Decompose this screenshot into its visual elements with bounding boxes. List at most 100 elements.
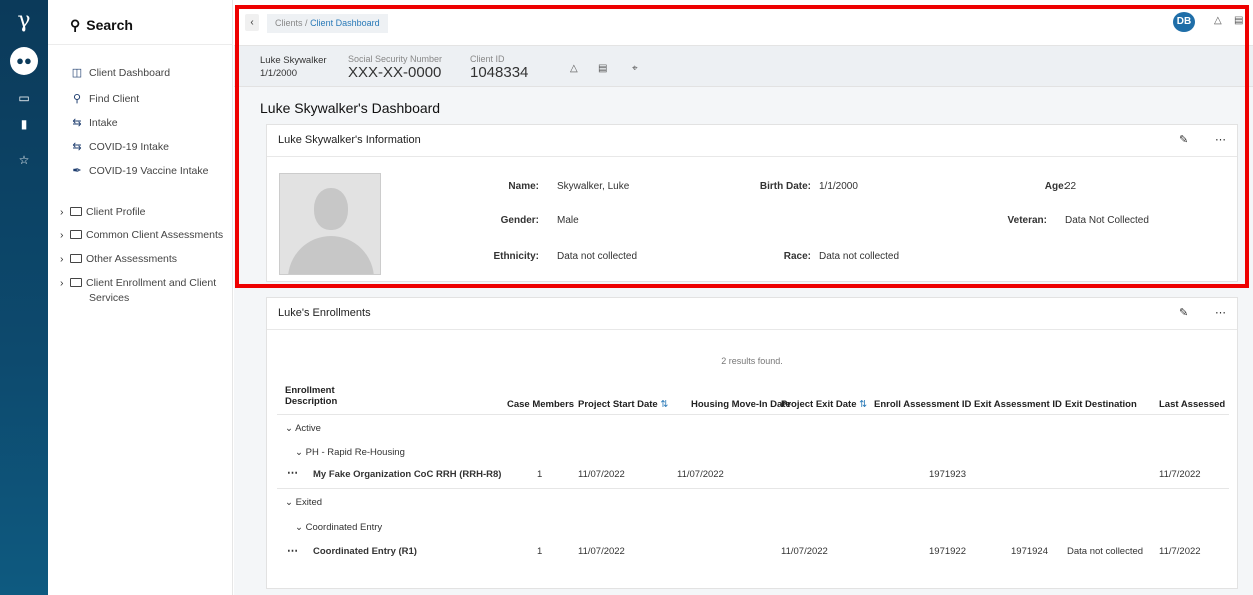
col-header-last-assessed[interactable]: Last Assessed xyxy=(1159,399,1225,410)
chevron-down-icon: ⌄ xyxy=(285,423,293,434)
folder-icon xyxy=(70,207,82,216)
sidebar-search[interactable]: ⚲ Search xyxy=(70,17,133,34)
row-actions-icon[interactable]: ⋯ xyxy=(287,544,298,557)
veteran-label: Veteran: xyxy=(1007,215,1047,226)
sidebar: ⚲ Search ◫ Client Dashboard ⚲ Find Client ⇆… xyxy=(48,0,233,595)
birth-date-label: Birth Date: xyxy=(759,181,811,192)
sort-icon: ⇅ xyxy=(660,399,669,410)
row-case-members: 1 xyxy=(537,546,543,557)
col-header-exit-date[interactable]: Project Exit Date ⇅ xyxy=(781,399,867,410)
expand-icon[interactable]: ⌖ xyxy=(632,63,638,74)
chevron-right-icon: › xyxy=(60,277,64,289)
col-header-start-date[interactable]: Project Start Date ⇅ xyxy=(578,399,668,410)
top-bar: ‹ Clients / Client Dashboard DB △ ▤ xyxy=(234,0,1253,46)
subgroup-toggle-rrh[interactable]: ⌄ PH - Rapid Re-Housing xyxy=(295,447,405,458)
breadcrumb-separator: / xyxy=(305,18,308,28)
sidebar-item-covid-intake[interactable]: ⇆ COVID-19 Intake xyxy=(70,140,169,153)
row-enroll-assessment-id: 1971923 xyxy=(929,469,966,480)
group-toggle-exited[interactable]: ⌄ Exited xyxy=(285,497,322,508)
sidebar-item-covid-vaccine-intake[interactable]: ✒ COVID-19 Vaccine Intake xyxy=(70,164,208,177)
search-label: Search xyxy=(86,17,133,33)
chevron-down-icon: ⌄ xyxy=(295,522,303,533)
sidebar-item-client-dashboard[interactable]: ◫ Client Dashboard xyxy=(70,66,170,79)
row-start-date: 11/07/2022 xyxy=(578,546,625,557)
ethnicity-value: Data not collected xyxy=(557,251,638,262)
sidebar-item-intake[interactable]: ⇆ Intake xyxy=(70,116,118,129)
table-divider xyxy=(277,414,1229,415)
row-exit-destination: Data not collected xyxy=(1067,546,1144,557)
document-icon[interactable]: ▮ xyxy=(14,114,34,134)
col-header-exit-destination[interactable]: Exit Destination xyxy=(1065,399,1137,410)
sidebar-item-label: Find Client xyxy=(89,93,140,105)
app-rail: γ ●● ▭ ▮ ☆ xyxy=(0,0,48,595)
row-enroll-assessment-id: 1971922 xyxy=(929,546,966,557)
row-actions-icon[interactable]: ⋯ xyxy=(287,466,298,479)
sidebar-folder-common-assessments[interactable]: › Common Client Assessments xyxy=(60,229,223,241)
main-content: ‹ Clients / Client Dashboard DB △ ▤ Luke… xyxy=(234,0,1253,595)
sidebar-folder-enrollment-services[interactable]: › Client Enrollment and Client xyxy=(60,277,216,289)
birth-date-value: 1/1/2000 xyxy=(819,181,858,192)
chevron-right-icon: › xyxy=(60,206,64,218)
col-header-move-in-date[interactable]: Housing Move-In Date xyxy=(691,399,791,410)
more-icon[interactable]: ⋯ xyxy=(1215,306,1226,319)
client-header-bar: Luke Skywalker 1/1/2000 Social Security … xyxy=(234,46,1253,87)
breadcrumb-current[interactable]: Client Dashboard xyxy=(310,18,380,28)
sidebar-item-find-client[interactable]: ⚲ Find Client xyxy=(70,92,139,105)
folder-icon xyxy=(70,230,82,239)
folder-label-continued: Services xyxy=(89,292,130,304)
bell-icon[interactable]: △ xyxy=(1214,15,1222,26)
breadcrumb-clients[interactable]: Clients xyxy=(275,18,303,28)
gender-label: Gender: xyxy=(500,215,539,226)
sidebar-item-label: Intake xyxy=(89,117,118,129)
row-exit-assessment-id: 1971924 xyxy=(1011,546,1048,557)
edit-icon[interactable]: ✎ xyxy=(1179,133,1188,146)
row-description[interactable]: My Fake Organization CoC RRH (RRH-R8) xyxy=(313,469,501,480)
card-header: Luke Skywalker's Information ✎ ⋯ xyxy=(267,125,1237,157)
sort-icon: ⇅ xyxy=(859,399,868,410)
col-header-description[interactable]: Enrollment Description xyxy=(285,385,337,407)
age-value: 22 xyxy=(1065,181,1077,192)
ssn-label: Social Security Number xyxy=(348,54,443,64)
group-toggle-active[interactable]: ⌄ Active xyxy=(285,423,321,434)
col-header-enroll-assessment-id[interactable]: Enroll Assessment ID xyxy=(874,399,971,410)
row-description[interactable]: Coordinated Entry (R1) xyxy=(313,546,417,557)
star-icon[interactable]: ☆ xyxy=(14,150,34,170)
syringe-icon: ✒ xyxy=(72,165,82,177)
app-logo-icon[interactable]: γ xyxy=(12,8,36,34)
card-title: Luke Skywalker's Information xyxy=(278,134,421,146)
enrollments-card: Luke's Enrollments ✎ ⋯ 2 results found. … xyxy=(266,297,1238,589)
sidebar-item-label: Client Dashboard xyxy=(89,67,171,79)
users-icon[interactable]: ●● xyxy=(10,47,38,75)
subgroup-toggle-coordinated-entry[interactable]: ⌄ Coordinated Entry xyxy=(295,522,382,533)
row-last-assessed: 11/7/2022 xyxy=(1159,469,1201,480)
swap-icon: ⇆ xyxy=(72,141,82,153)
calendar-icon[interactable]: ▤ xyxy=(598,63,607,74)
card-header: Luke's Enrollments ✎ ⋯ xyxy=(267,298,1237,330)
collapse-sidebar-button[interactable]: ‹ xyxy=(245,14,259,31)
chevron-right-icon: › xyxy=(60,229,64,241)
sidebar-folder-other-assessments[interactable]: › Other Assessments xyxy=(60,253,177,265)
client-photo-placeholder xyxy=(279,173,381,275)
bell-icon[interactable]: △ xyxy=(570,63,578,74)
search-icon: ⚲ xyxy=(70,17,81,33)
avatar[interactable]: DB xyxy=(1173,12,1195,32)
race-label: Race: xyxy=(783,251,811,262)
sidebar-folder-client-profile[interactable]: › Client Profile xyxy=(60,206,146,218)
col-header-case-members[interactable]: Case Members xyxy=(507,399,574,410)
card-title: Luke's Enrollments xyxy=(278,307,371,319)
dashboard-icon: ◫ xyxy=(71,67,83,79)
calendar-icon[interactable]: ▤ xyxy=(1234,15,1243,26)
row-exit-date: 11/07/2022 xyxy=(781,546,828,557)
folder-icon xyxy=(70,254,82,263)
folder-label: Client Enrollment and Client xyxy=(86,277,217,289)
col-header-exit-assessment-id[interactable]: Exit Assessment ID xyxy=(974,399,1062,410)
breadcrumb: Clients / Client Dashboard xyxy=(267,14,388,33)
edit-icon[interactable]: ✎ xyxy=(1179,306,1188,319)
name-value: Skywalker, Luke xyxy=(557,181,630,192)
folder-label: Common Client Assessments xyxy=(86,229,224,241)
age-label: Age: xyxy=(1044,181,1067,192)
id-card-icon[interactable]: ▭ xyxy=(14,88,34,108)
veteran-value: Data Not Collected xyxy=(1065,215,1149,226)
more-icon[interactable]: ⋯ xyxy=(1215,133,1226,146)
sidebar-divider xyxy=(48,44,233,45)
